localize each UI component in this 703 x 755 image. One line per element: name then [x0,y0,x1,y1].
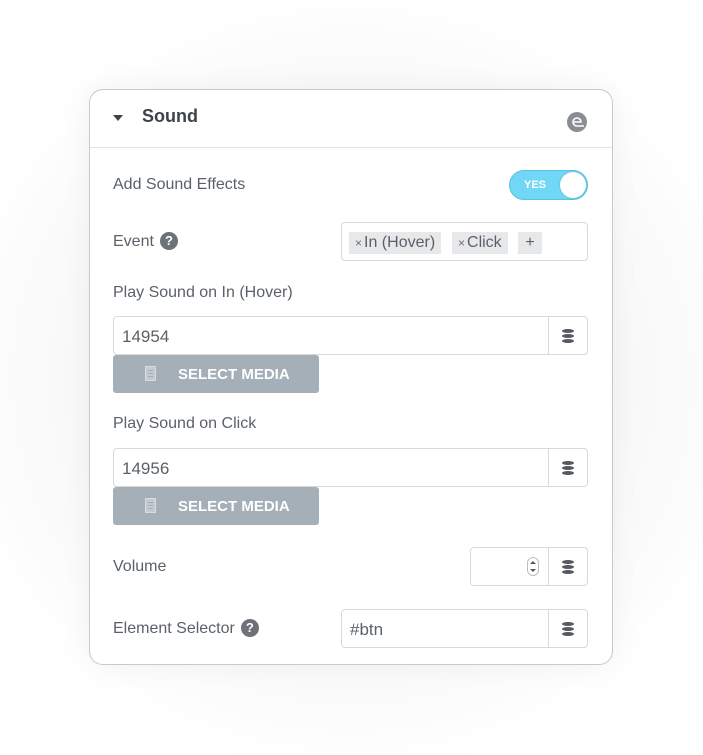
remove-chip-icon[interactable]: × [355,236,362,250]
volume-label: Volume [113,558,167,575]
section-header[interactable]: Sound [90,90,612,148]
select-media-label: SELECT MEDIA [178,498,290,515]
event-label: Event [113,233,154,250]
event-multiselect[interactable]: × In (Hover) × Click + [341,222,588,261]
chip-label: In (Hover) [364,234,436,251]
play-hover-dynamic-button[interactable] [548,316,588,355]
event-chip-hover: × In (Hover) [349,232,442,254]
help-icon[interactable]: ? [240,619,259,637]
add-sound-effects-label: Add Sound Effects [113,176,246,193]
number-spinner-icon[interactable] [527,557,539,576]
play-hover-input[interactable]: 14954 [113,316,549,355]
element-selector-label-row: Element Selector? [113,619,259,638]
database-icon [562,622,574,636]
element-selector-input[interactable]: #btn [341,609,549,648]
event-chip-click: × Click [452,232,508,254]
volume-dynamic-button[interactable] [548,547,588,586]
elementor-logo-icon [567,112,587,132]
add-event-button[interactable]: + [518,232,542,254]
element-selector-label: Element Selector [113,620,235,637]
document-icon [145,498,156,513]
play-hover-label: Play Sound on In (Hover) [113,284,293,301]
play-click-dynamic-button[interactable] [548,448,588,487]
database-icon [562,461,574,475]
element-selector-dynamic-button[interactable] [548,609,588,648]
add-sound-effects-toggle[interactable]: YES [509,170,588,200]
select-media-click-button[interactable]: SELECT MEDIA [113,487,319,525]
play-click-label: Play Sound on Click [113,415,257,432]
sound-panel: Sound Add Sound Effects YES Event? × In (… [89,89,613,665]
toggle-knob [560,172,586,198]
caret-down-icon[interactable] [113,115,123,121]
select-media-label: SELECT MEDIA [178,366,290,383]
toggle-yes-text: YES [524,179,547,191]
document-icon [145,366,156,381]
remove-chip-icon[interactable]: × [458,236,465,250]
select-media-hover-button[interactable]: SELECT MEDIA [113,355,319,393]
chip-label: Click [467,234,502,251]
database-icon [562,329,574,343]
database-icon [562,560,574,574]
play-click-input[interactable]: 14956 [113,448,549,487]
event-label-row: Event? [113,232,178,251]
help-icon[interactable]: ? [159,232,178,250]
volume-input[interactable] [470,547,549,586]
section-title: Sound [142,106,198,126]
